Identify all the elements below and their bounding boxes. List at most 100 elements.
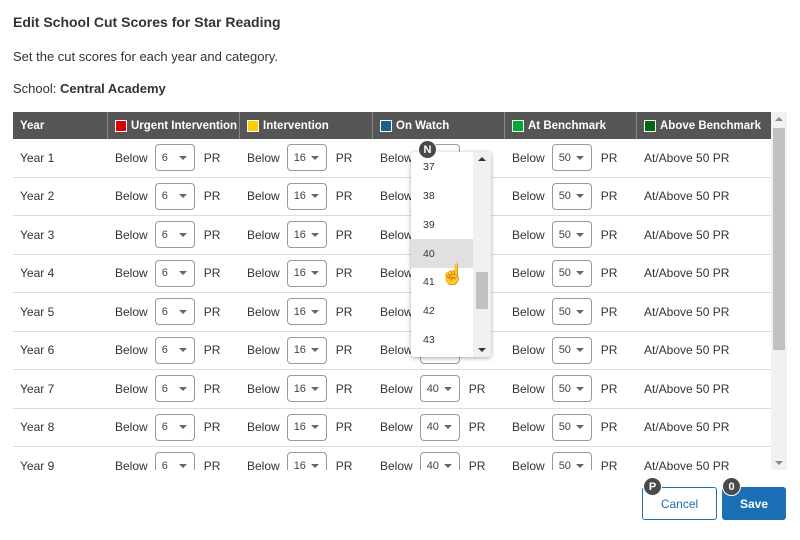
benchmark-select[interactable]: 50 xyxy=(551,336,592,364)
intervention-select[interactable]: 16 xyxy=(286,182,327,210)
below-label: Below xyxy=(247,420,280,435)
urgent-select[interactable]: 6 xyxy=(154,144,195,172)
intervention-select[interactable]: 16 xyxy=(286,259,327,287)
dropdown-option[interactable]: 38 xyxy=(411,182,473,211)
table-header: Year Urgent Intervention Intervention On Wa… xyxy=(13,112,771,139)
school-label: School: xyxy=(13,81,57,96)
below-label: Below xyxy=(247,227,280,242)
select-value: 16 xyxy=(293,382,306,395)
chevron-down-icon xyxy=(310,155,319,160)
benchmark-select[interactable]: 50 xyxy=(551,144,592,172)
intervention-select[interactable]: 16 xyxy=(286,413,327,441)
select-value: 50 xyxy=(558,190,571,203)
select-value: 16 xyxy=(293,190,306,203)
intervention-select[interactable]: 16 xyxy=(286,336,327,364)
urgent-select[interactable]: 6 xyxy=(154,336,195,364)
benchmark-select[interactable]: 50 xyxy=(551,413,592,441)
intervention-cell: Below 16 PR xyxy=(240,293,373,331)
chevron-down-icon xyxy=(575,348,584,353)
urgent-select[interactable]: 6 xyxy=(154,221,195,249)
below-label: Below xyxy=(512,458,545,470)
pr-label: PR xyxy=(335,343,353,358)
chevron-down-icon xyxy=(443,386,452,391)
pr-label: PR xyxy=(335,189,353,204)
benchmark-cell: Below 50 PR xyxy=(505,447,637,470)
below-label: Below xyxy=(380,420,413,435)
select-value: 6 xyxy=(161,151,168,164)
select-value: 16 xyxy=(293,151,306,164)
select-value: 50 xyxy=(558,267,571,280)
pr-label: PR xyxy=(600,304,618,319)
benchmark-cell: Below 50 PR xyxy=(505,255,637,293)
intervention-select[interactable]: 16 xyxy=(286,452,327,470)
chevron-down-icon xyxy=(575,309,584,314)
scroll-up-arrow-icon[interactable] xyxy=(775,117,783,121)
benchmark-select[interactable]: 50 xyxy=(551,298,592,326)
pr-label: PR xyxy=(203,150,221,165)
select-value: 16 xyxy=(293,421,306,434)
benchmark-select[interactable]: 50 xyxy=(551,452,592,470)
below-label: Below xyxy=(512,304,545,319)
below-label: Below xyxy=(115,227,148,242)
column-header: On Watch xyxy=(373,112,505,139)
below-label: Below xyxy=(247,304,280,319)
dialog-subtitle: Set the cut scores for each year and cat… xyxy=(13,49,278,64)
pr-label: PR xyxy=(468,420,486,435)
pr-label: PR xyxy=(203,458,221,470)
urgent-select[interactable]: 6 xyxy=(154,182,195,210)
select-value: 16 xyxy=(293,344,306,357)
urgent-cell: Below 6 PR xyxy=(108,332,240,370)
dropdown-option[interactable]: 39 xyxy=(411,211,473,240)
urgent-select[interactable]: 6 xyxy=(154,259,195,287)
below-label: Below xyxy=(380,266,413,281)
dropdown-scroll-down-icon[interactable] xyxy=(478,348,486,352)
benchmark-select[interactable]: 50 xyxy=(551,375,592,403)
on-watch-dropdown-list[interactable]: 37 38 39 40 41 42 43 xyxy=(411,152,491,357)
table-scrollbar[interactable] xyxy=(771,112,787,470)
scrollbar-thumb[interactable] xyxy=(773,128,785,350)
dropdown-scrollbar-thumb[interactable] xyxy=(476,272,488,309)
benchmark-select[interactable]: 50 xyxy=(551,259,592,287)
below-label: Below xyxy=(115,420,148,435)
select-value: 40 xyxy=(426,459,439,470)
benchmark-select[interactable]: 50 xyxy=(551,221,592,249)
below-label: Below xyxy=(380,189,413,204)
chevron-down-icon xyxy=(575,425,584,430)
watch-select[interactable]: 40 xyxy=(419,375,460,403)
watch-select[interactable]: 40 xyxy=(419,413,460,441)
below-label: Below xyxy=(247,150,280,165)
intervention-select[interactable]: 16 xyxy=(286,221,327,249)
year-cell: Year 6 xyxy=(20,343,55,358)
pr-label: PR xyxy=(600,227,618,242)
watch-select[interactable]: 40 xyxy=(419,452,460,470)
column-header: At Benchmark xyxy=(505,112,637,139)
chevron-down-icon xyxy=(443,463,452,468)
chevron-down-icon xyxy=(575,155,584,160)
urgent-select[interactable]: 6 xyxy=(154,375,195,403)
dropdown-scroll-up-icon[interactable] xyxy=(478,157,486,161)
urgent-select[interactable]: 6 xyxy=(154,298,195,326)
column-header-label: Intervention xyxy=(263,119,329,132)
urgent-select[interactable]: 6 xyxy=(154,413,195,441)
below-label: Below xyxy=(115,266,148,281)
scroll-down-arrow-icon[interactable] xyxy=(775,461,783,465)
pr-label: PR xyxy=(203,189,221,204)
dropdown-scrollbar[interactable] xyxy=(473,152,491,357)
intervention-select[interactable]: 16 xyxy=(286,375,327,403)
pr-label: PR xyxy=(203,304,221,319)
table-row: Year 4Below6PRBelow16PRBelow40PRBelow50P… xyxy=(13,255,771,293)
dropdown-option[interactable]: 43 xyxy=(411,325,473,354)
urgent-select[interactable]: 6 xyxy=(154,452,195,470)
intervention-select[interactable]: 16 xyxy=(286,144,327,172)
chevron-down-icon xyxy=(178,194,187,199)
below-label: Below xyxy=(380,150,413,165)
below-label: Below xyxy=(247,266,280,281)
year-cell: Year 2 xyxy=(20,189,55,204)
column-header-label: On Watch xyxy=(396,119,450,132)
below-label: Below xyxy=(115,343,148,358)
benchmark-select[interactable]: 50 xyxy=(551,182,592,210)
chevron-down-icon xyxy=(178,386,187,391)
dropdown-option[interactable]: 42 xyxy=(411,297,473,326)
column-header-label: Above Benchmark xyxy=(660,119,761,132)
intervention-select[interactable]: 16 xyxy=(286,298,327,326)
